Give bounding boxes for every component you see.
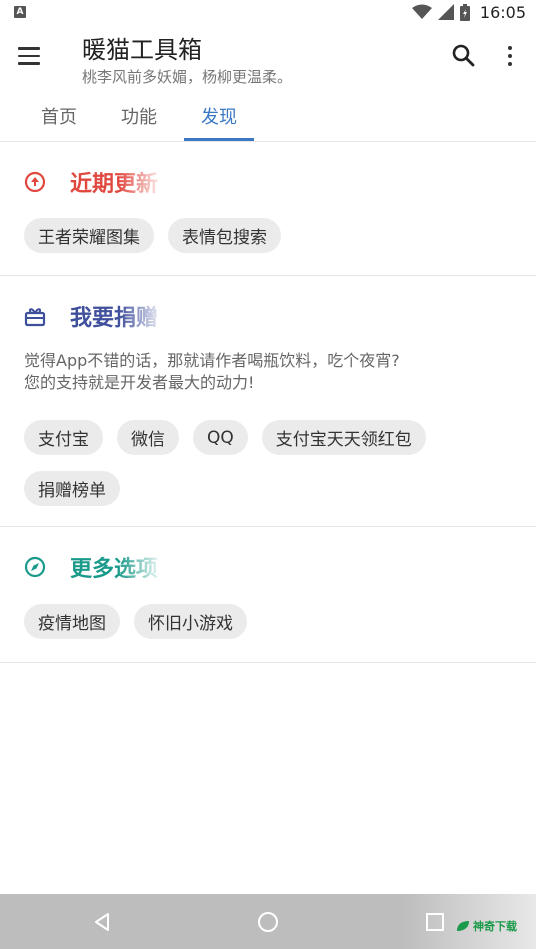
tab-indicator xyxy=(184,138,254,141)
section-donate: 我要捐赠 觉得App不错的话，那就请作者喝瓶饮料，吃个夜宵? 您的支持就是开发者… xyxy=(0,276,536,527)
app-title: 暖猫工具箱 xyxy=(82,36,202,64)
chip-alipay-red-packet[interactable]: 支付宝天天领红包 xyxy=(261,420,426,455)
leaf-logo-icon xyxy=(457,921,469,931)
chip-honor-of-kings-gallery[interactable]: 王者荣耀图集 xyxy=(24,218,154,253)
chip-retro-games[interactable]: 怀旧小游戏 xyxy=(134,604,247,639)
home-icon[interactable] xyxy=(254,908,282,936)
more-vert-icon[interactable] xyxy=(498,42,522,70)
watermark: 神奇下载 xyxy=(456,918,517,934)
search-icon[interactable] xyxy=(450,42,478,70)
chip-qq[interactable]: QQ xyxy=(193,420,248,455)
section-title-recent: 近期更新 xyxy=(70,166,158,198)
chip-alipay[interactable]: 支付宝 xyxy=(24,420,103,455)
section-title-donate: 我要捐赠 xyxy=(70,300,158,332)
signal-icon xyxy=(437,4,454,20)
section-more-options: 更多选项 疫情地图 怀旧小游戏 xyxy=(0,527,536,663)
chip-wechat[interactable]: 微信 xyxy=(117,420,179,455)
donate-description: 觉得App不错的话，那就请作者喝瓶饮料，吃个夜宵? 您的支持就是开发者最大的动力… xyxy=(24,350,400,394)
tab-discover[interactable]: 发现 xyxy=(180,90,258,142)
navigation-bar: 神奇下载 xyxy=(0,894,536,949)
tab-bar: 首页 功能 发现 xyxy=(0,90,536,142)
donate-description-line-2: 您的支持就是开发者最大的动力! xyxy=(24,373,255,392)
chip-epidemic-map[interactable]: 疫情地图 xyxy=(24,604,120,639)
tab-home[interactable]: 首页 xyxy=(20,90,98,142)
chip-emoji-search[interactable]: 表情包搜索 xyxy=(168,218,281,253)
donate-description-line-1: 觉得App不错的话，那就请作者喝瓶饮料，吃个夜宵? xyxy=(24,351,400,370)
menu-icon[interactable] xyxy=(18,42,46,70)
watermark-text: 神奇下载 xyxy=(473,920,517,933)
app-bar: 暖猫工具箱 桃李风前多妖媚，杨柳更温柔。 xyxy=(0,24,536,90)
recents-icon[interactable] xyxy=(421,908,449,936)
wifi-icon xyxy=(411,4,432,19)
battery-icon xyxy=(459,3,470,21)
tab-functions[interactable]: 功能 xyxy=(100,90,178,142)
chip-donation-list[interactable]: 捐赠榜单 xyxy=(24,471,120,506)
notification-icon: A xyxy=(14,6,26,18)
back-icon[interactable] xyxy=(88,908,116,936)
gift-icon xyxy=(24,308,46,327)
compass-icon xyxy=(24,556,46,578)
status-bar: A 16:05 xyxy=(0,0,536,24)
app-subtitle: 桃李风前多妖媚，杨柳更温柔。 xyxy=(82,68,293,86)
section-recent-updates: 近期更新 王者荣耀图集 表情包搜索 xyxy=(0,142,536,276)
status-time: 16:05 xyxy=(479,2,526,22)
arrow-up-circle-icon xyxy=(24,171,46,193)
section-title-more: 更多选项 xyxy=(70,551,158,583)
